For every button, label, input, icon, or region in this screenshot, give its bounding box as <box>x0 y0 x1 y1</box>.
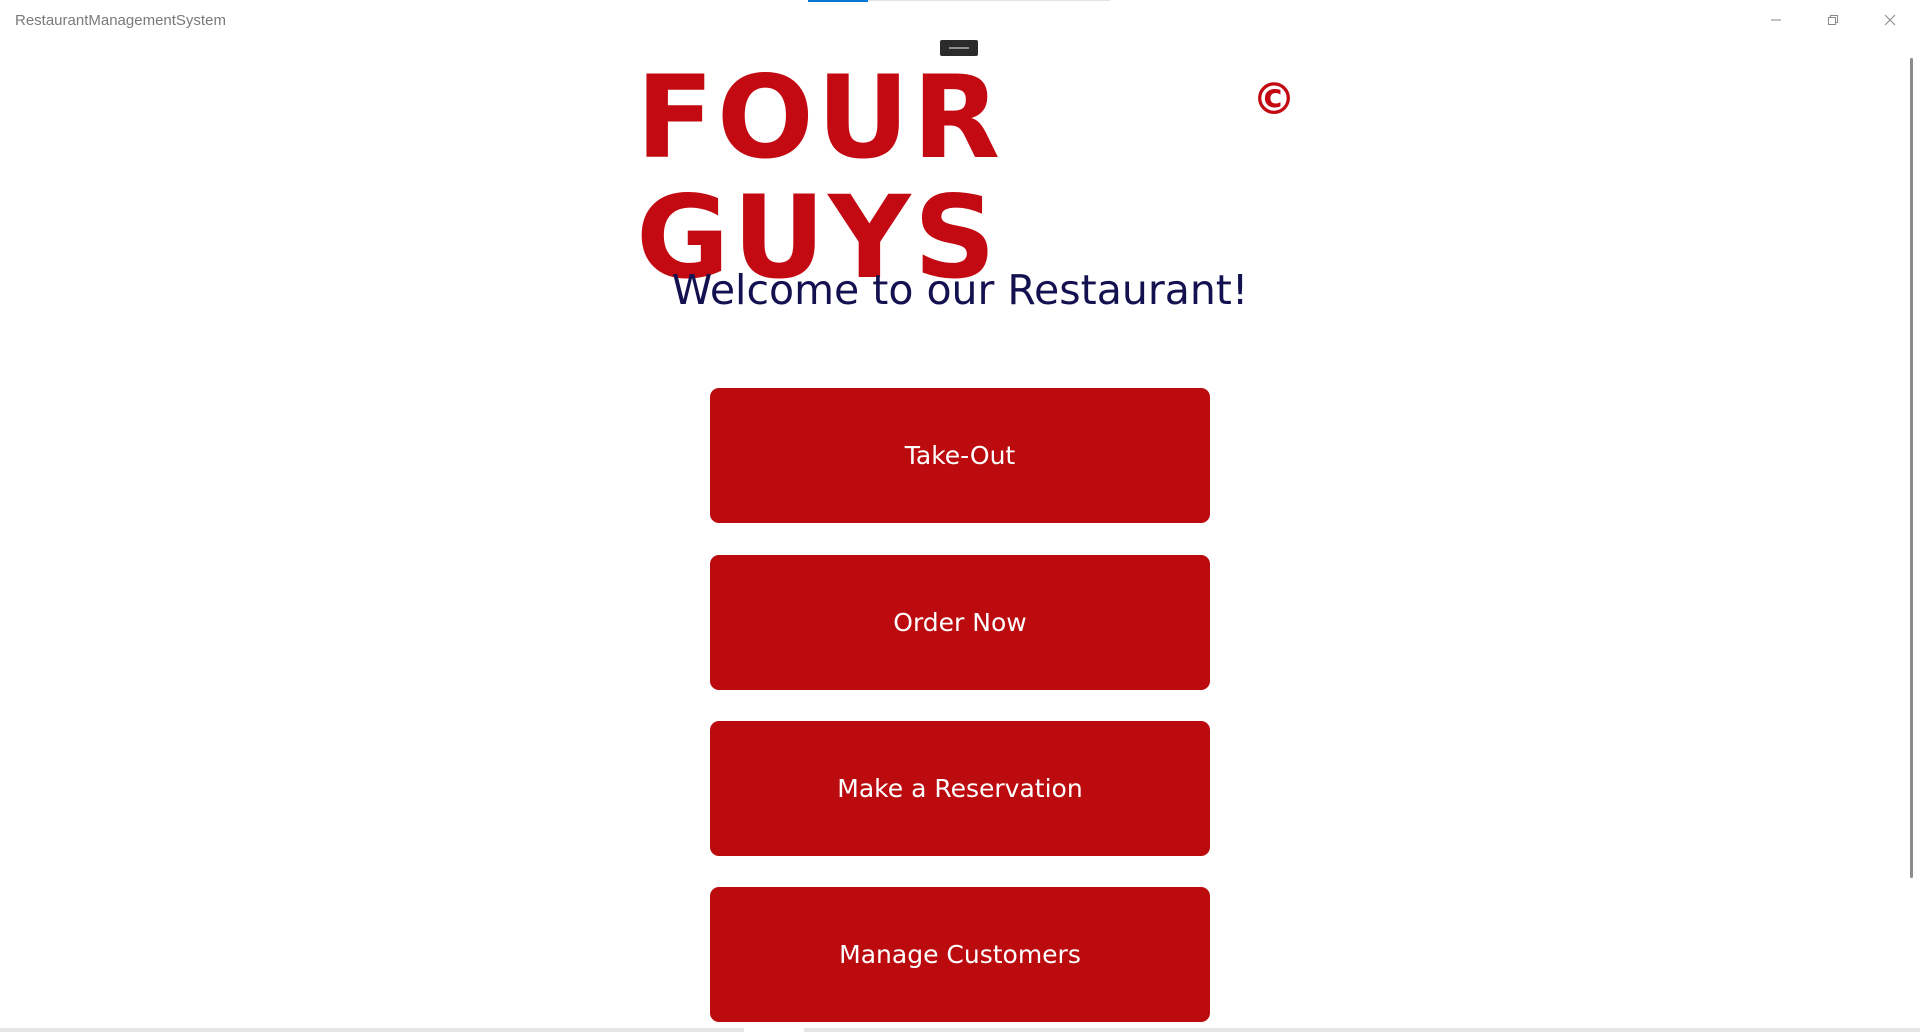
welcome-heading: Welcome to our Restaurant! <box>671 266 1249 314</box>
manage-customers-button[interactable]: Manage Customers <box>710 887 1210 1022</box>
order-now-button[interactable]: Order Now <box>710 555 1210 690</box>
restore-button[interactable] <box>1805 0 1861 40</box>
minimize-icon <box>1771 19 1781 21</box>
brand-logo: FOUR GUYS © <box>636 58 1296 298</box>
top-progress-active <box>808 0 868 2</box>
app-window: RestaurantManagementSystem FOUR GUYS © W… <box>0 0 1920 1032</box>
make-reservation-button[interactable]: Make a Reservation <box>710 721 1210 856</box>
close-button[interactable] <box>1862 0 1918 40</box>
app-title: RestaurantManagementSystem <box>15 12 226 29</box>
restore-icon <box>1828 15 1838 25</box>
copyright-mark: © <box>1252 74 1296 125</box>
logo-text: FOUR GUYS <box>636 51 1004 304</box>
minimize-button[interactable] <box>1748 0 1804 40</box>
top-progress-indicator <box>808 0 1110 2</box>
horizontal-scroll-thumb[interactable] <box>744 1028 804 1032</box>
take-out-button[interactable]: Take-Out <box>710 388 1210 523</box>
horizontal-scrollbar[interactable] <box>0 1028 1920 1032</box>
vertical-scrollbar[interactable] <box>1910 58 1913 878</box>
title-bar[interactable]: RestaurantManagementSystem <box>0 0 1920 40</box>
close-icon <box>1884 14 1896 26</box>
